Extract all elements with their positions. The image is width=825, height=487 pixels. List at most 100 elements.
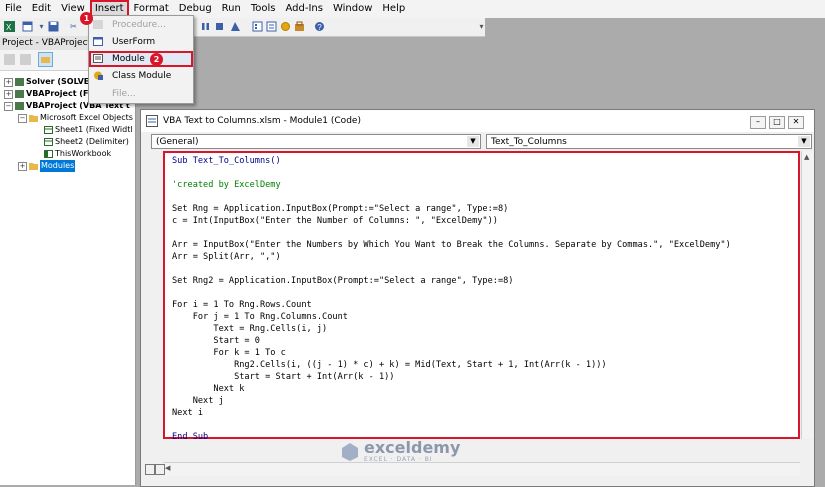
- code-window: VBA Text to Columns.xlsm - Module1 (Code…: [140, 109, 815, 487]
- code-line: Arr = Split(Arr, ","): [172, 251, 281, 263]
- full-module-view-icon[interactable]: [155, 464, 165, 475]
- tree-item-label: Modules: [40, 160, 76, 172]
- code-window-title: VBA Text to Columns.xlsm - Module1 (Code…: [163, 116, 361, 126]
- menu-item-module[interactable]: Module: [89, 51, 193, 67]
- tree-item-vbaproject-1[interactable]: + VBAProject (F: [4, 88, 88, 100]
- design-mode-icon[interactable]: [230, 21, 241, 32]
- procedure-combo[interactable]: Text_To_Columns ▼: [486, 134, 812, 149]
- close-button[interactable]: ✕: [788, 116, 804, 129]
- code-line-text: For j = 1 To Rng.Columns.Count: [172, 312, 348, 322]
- step-badge-1: 1: [80, 12, 93, 25]
- code-line: Set Rng2 = Application.InputBox(Prompt:=…: [172, 275, 513, 287]
- procedure-combo-value: Text_To_Columns: [491, 137, 567, 147]
- collapse-icon[interactable]: −: [4, 101, 13, 111]
- menu-item-procedure[interactable]: Procedure...: [89, 17, 193, 33]
- code-line: Set Rng = Application.InputBox(Prompt:="…: [172, 203, 508, 215]
- workbook-icon: [44, 150, 53, 158]
- view-object-icon[interactable]: [20, 54, 31, 65]
- menu-item-file[interactable]: File...: [89, 86, 193, 102]
- code-line: Sub Text_To_Columns(): [172, 155, 281, 167]
- vertical-scrollbar[interactable]: ▲: [801, 151, 814, 439]
- tree-item-excel-objects[interactable]: − Microsoft Excel Objects: [18, 112, 133, 124]
- code-line: Rng2.Cells(i, ((j - 1) * c) + k) = Mid(T…: [172, 359, 607, 371]
- tree-item-modules[interactable]: + Modules: [18, 160, 76, 172]
- menu-add-ins[interactable]: Add-Ins: [281, 0, 328, 18]
- watermark: exceldemy EXCEL · DATA · BI: [340, 440, 460, 463]
- toggle-folders-icon[interactable]: [38, 52, 53, 67]
- excel-icon[interactable]: X: [4, 21, 15, 32]
- menu-run[interactable]: Run: [217, 0, 246, 18]
- code-line-text: Text = Rng.Cells(i, j): [172, 324, 328, 334]
- code-line: End Sub: [172, 431, 208, 443]
- code-line: Next j: [172, 395, 224, 407]
- dropdown-arrow-icon[interactable]: ▾: [36, 21, 47, 32]
- class-module-icon: [94, 71, 103, 80]
- tree-item-label: Solver (SOLVE: [26, 77, 90, 86]
- menu-help[interactable]: Help: [377, 0, 410, 18]
- code-line-text: Arr = Split(Arr, ","): [172, 252, 281, 262]
- watermark-tagline: EXCEL · DATA · BI: [364, 456, 433, 463]
- reset-icon[interactable]: [214, 21, 225, 32]
- code-line-text: Next i: [172, 408, 204, 418]
- project-explorer-icon[interactable]: [252, 21, 263, 32]
- object-combo[interactable]: (General) ▼: [151, 134, 481, 149]
- properties-icon[interactable]: [266, 21, 277, 32]
- expand-icon[interactable]: +: [4, 89, 13, 99]
- code-editor[interactable]: Sub Text_To_Columns() 'created by ExcelD…: [163, 151, 800, 442]
- menu-edit[interactable]: Edit: [27, 0, 56, 18]
- horizontal-scrollbar[interactable]: ◀: [145, 462, 800, 476]
- sheet-icon: [44, 138, 53, 146]
- tree-item-label: Microsoft Excel Objects: [40, 113, 133, 122]
- code-line: c = Int(InputBox("Enter the Number of Co…: [172, 215, 498, 227]
- break-icon[interactable]: [200, 21, 211, 32]
- object-browser-icon[interactable]: [280, 21, 291, 32]
- cut-icon[interactable]: ✂: [68, 21, 79, 32]
- vba-project-icon: [15, 90, 24, 98]
- tree-item-sheet1[interactable]: Sheet1 (Fixed Widtl: [44, 124, 133, 136]
- userform-icon: [93, 37, 103, 46]
- view-code-icon[interactable]: [4, 54, 15, 65]
- procedure-icon: [93, 20, 103, 29]
- tree-item-solver[interactable]: + Solver (SOLVE: [4, 76, 89, 88]
- code-window-icon: [146, 115, 158, 127]
- code-line-text: 'created by ExcelDemy: [172, 180, 281, 190]
- save-icon[interactable]: [48, 21, 59, 32]
- tree-item-sheet2[interactable]: Sheet2 (Delimiter): [44, 136, 129, 148]
- tree-item-label: Sheet2 (Delimiter): [55, 137, 129, 146]
- sheet-icon: [44, 126, 53, 134]
- chevron-down-icon[interactable]: ▼: [467, 136, 479, 147]
- chevron-down-icon[interactable]: ▼: [798, 136, 810, 147]
- insert-object-icon[interactable]: [22, 21, 33, 32]
- help-icon[interactable]: ?: [314, 21, 325, 32]
- expand-icon[interactable]: +: [18, 161, 27, 171]
- code-line: Arr = InputBox("Enter the Numbers by Whi…: [172, 239, 731, 251]
- svg-text:?: ?: [317, 23, 322, 32]
- watermark-name: exceldemy: [364, 438, 461, 457]
- toolbox-icon[interactable]: [294, 21, 305, 32]
- menu-tools[interactable]: Tools: [246, 0, 281, 18]
- menu-window[interactable]: Window: [328, 0, 377, 18]
- collapse-icon[interactable]: −: [18, 113, 27, 123]
- minimize-button[interactable]: –: [750, 116, 766, 129]
- code-line: 'created by ExcelDemy: [172, 179, 281, 191]
- standard-toolbar: X ▾ ✂ ? ▾: [0, 18, 485, 37]
- scroll-left-icon[interactable]: ◀: [165, 464, 170, 472]
- code-line-text: Start = Start + Int(Arr(k - 1)): [172, 372, 395, 382]
- menu-item-class-module[interactable]: Class Module: [89, 68, 193, 84]
- code-window-titlebar: VBA Text to Columns.xlsm - Module1 (Code…: [141, 110, 814, 132]
- menu-item-label: Module: [112, 54, 145, 64]
- code-line: For j = 1 To Rng.Columns.Count: [172, 311, 348, 323]
- vba-project-icon: [15, 78, 24, 86]
- menu-item-userform[interactable]: UserForm: [89, 34, 193, 50]
- insert-menu: Procedure... UserForm Module Class Modul…: [88, 15, 194, 104]
- code-line: For i = 1 To Rng.Rows.Count: [172, 299, 312, 311]
- code-line-text: For k = 1 To c: [172, 348, 286, 358]
- toolbar-options-icon[interactable]: ▾: [476, 21, 487, 32]
- folder-icon: [29, 115, 38, 122]
- scroll-up-icon[interactable]: ▲: [804, 153, 809, 161]
- maximize-button[interactable]: □: [769, 116, 785, 129]
- procedure-view-icon[interactable]: [145, 464, 155, 475]
- menu-file[interactable]: File: [0, 0, 27, 18]
- expand-icon[interactable]: +: [4, 77, 13, 87]
- tree-item-thisworkbook[interactable]: ThisWorkbook: [44, 148, 111, 160]
